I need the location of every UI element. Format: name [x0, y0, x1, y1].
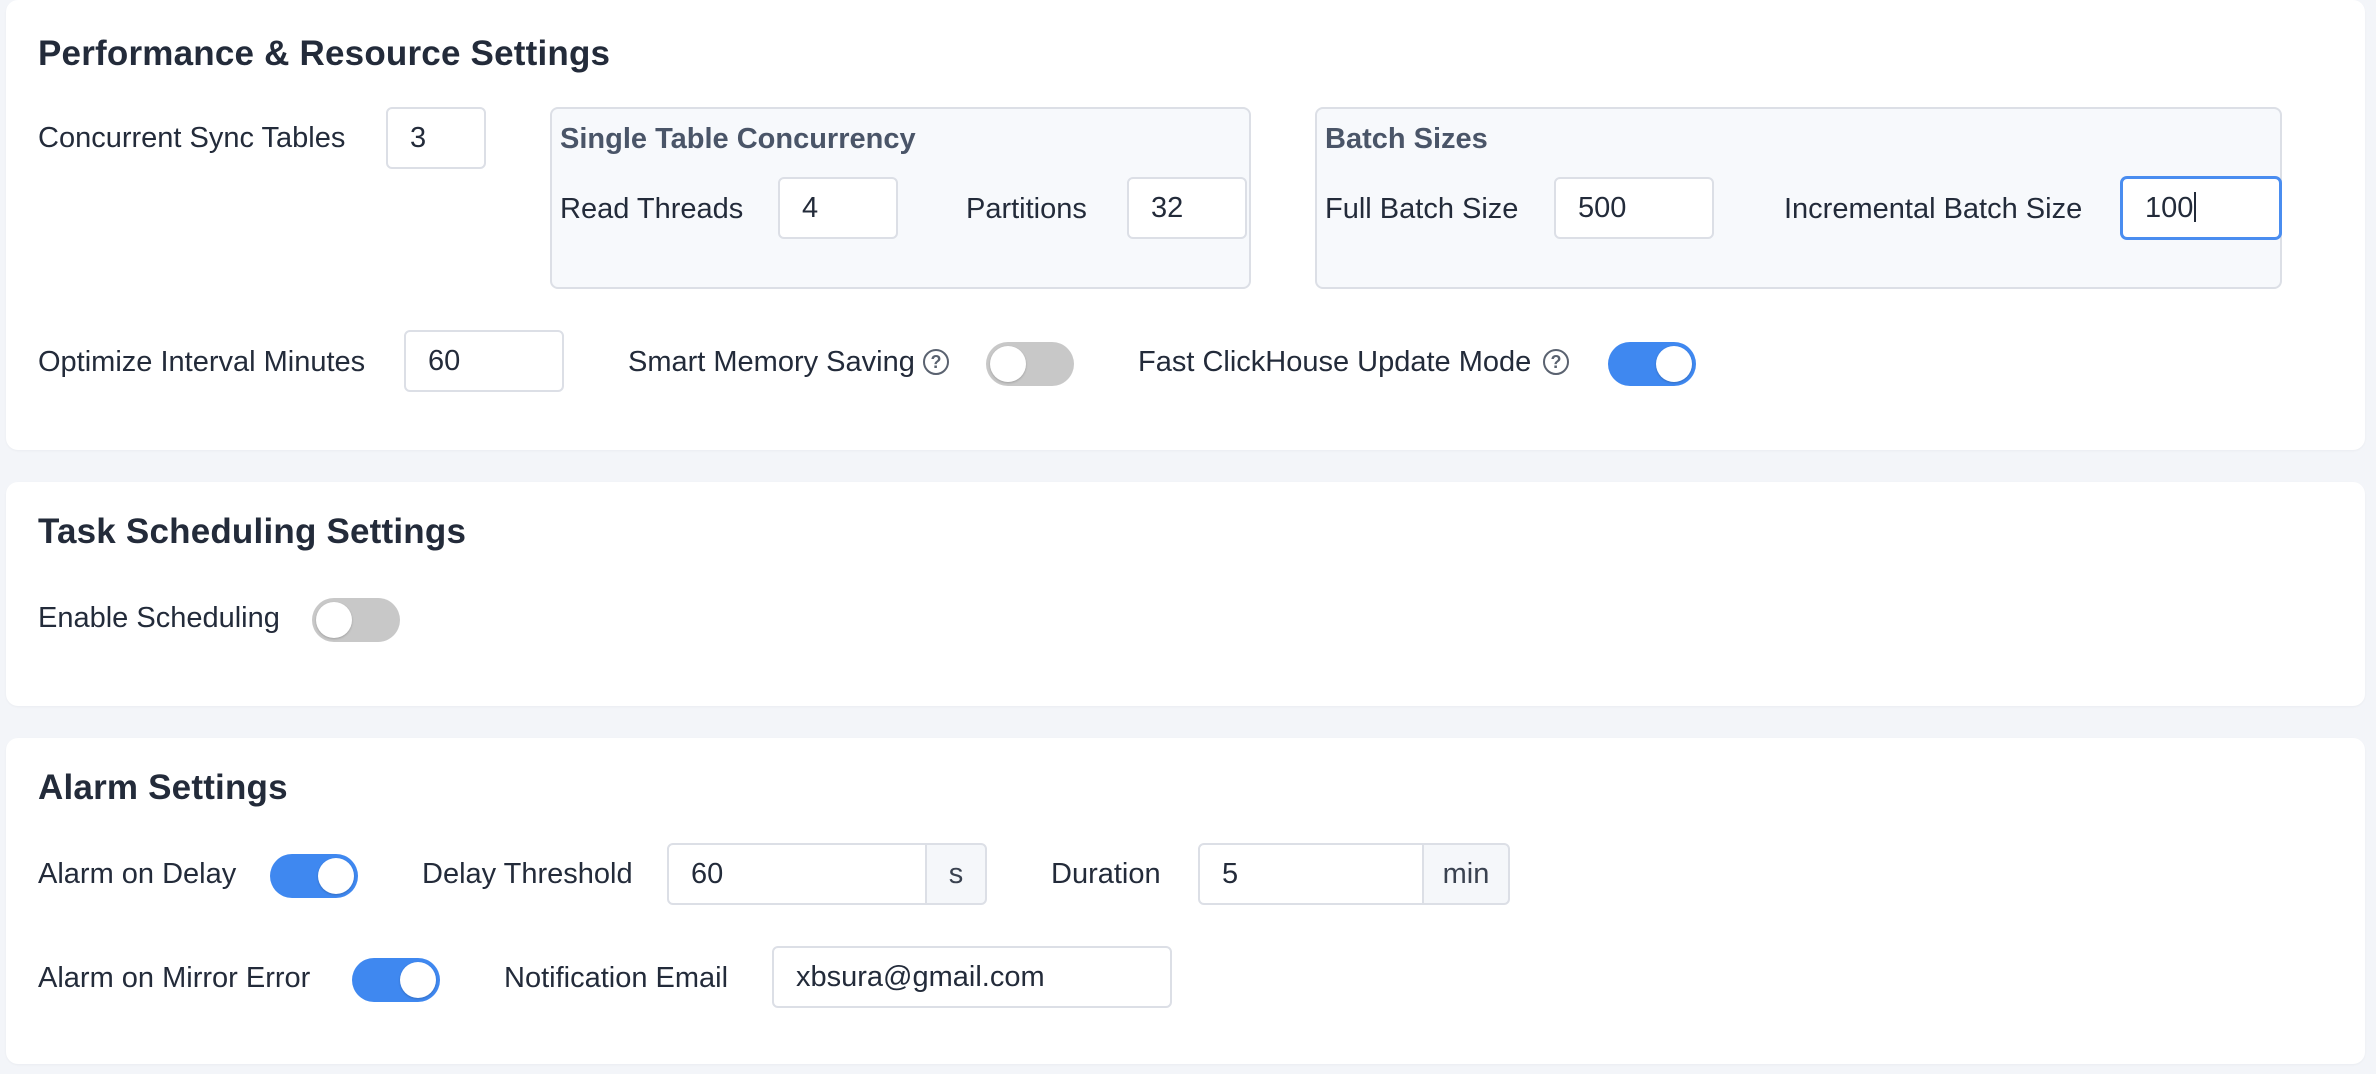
toggle-knob	[1656, 346, 1692, 382]
single-table-concurrency-title: Single Table Concurrency	[560, 123, 916, 155]
help-icon[interactable]: ?	[923, 349, 949, 375]
incremental-batch-size-label: Incremental Batch Size	[1784, 193, 2083, 225]
performance-section-title: Performance & Resource Settings	[38, 34, 611, 73]
duration-input[interactable]	[1198, 843, 1424, 905]
delay-threshold-label: Delay Threshold	[422, 858, 633, 890]
notification-email-label: Notification Email	[504, 962, 729, 994]
task-scheduling-card: Task Scheduling Settings Enable Scheduli…	[6, 482, 2365, 706]
enable-scheduling-label: Enable Scheduling	[38, 602, 280, 634]
incremental-batch-size-input[interactable]: 100	[2121, 177, 2281, 239]
partitions-input[interactable]	[1127, 177, 1247, 239]
full-batch-size-input[interactable]	[1554, 177, 1714, 239]
alarm-section-title: Alarm Settings	[38, 768, 288, 807]
fast-clickhouse-update-toggle[interactable]	[1608, 342, 1696, 386]
toggle-knob	[400, 962, 436, 998]
toggle-knob	[990, 346, 1026, 382]
read-threads-input[interactable]	[778, 177, 898, 239]
duration-unit: min	[1422, 843, 1510, 905]
alarm-on-mirror-error-toggle[interactable]	[352, 958, 440, 1002]
delay-threshold-input[interactable]	[667, 843, 927, 905]
delay-threshold-unit: s	[925, 843, 987, 905]
performance-settings-card: Performance & Resource Settings Concurre…	[6, 0, 2365, 450]
notification-email-input[interactable]	[772, 946, 1172, 1008]
read-threads-label: Read Threads	[560, 193, 744, 225]
smart-memory-saving-toggle[interactable]	[986, 342, 1074, 386]
full-batch-size-label: Full Batch Size	[1325, 193, 1519, 225]
duration-label: Duration	[1051, 858, 1161, 890]
batch-sizes-group: Batch Sizes Full Batch Size Incremental …	[1315, 107, 2282, 289]
optimize-interval-input[interactable]	[404, 330, 564, 392]
alarm-on-delay-toggle[interactable]	[270, 854, 358, 898]
concurrent-sync-tables-input[interactable]	[386, 107, 486, 169]
single-table-concurrency-group: Single Table Concurrency Read Threads Pa…	[550, 107, 1251, 289]
batch-sizes-title: Batch Sizes	[1325, 123, 1488, 155]
concurrent-sync-tables-label: Concurrent Sync Tables	[38, 122, 346, 154]
incremental-batch-size-value: 100	[2145, 192, 2194, 224]
alarm-on-delay-label: Alarm on Delay	[38, 858, 237, 890]
optimize-interval-label: Optimize Interval Minutes	[38, 346, 366, 378]
help-icon[interactable]: ?	[1543, 349, 1569, 375]
alarm-on-mirror-error-label: Alarm on Mirror Error	[38, 962, 311, 994]
partitions-label: Partitions	[966, 193, 1087, 225]
fast-clickhouse-update-label: Fast ClickHouse Update Mode	[1138, 346, 1532, 378]
smart-memory-saving-label: Smart Memory Saving	[628, 346, 915, 378]
text-caret	[2194, 192, 2197, 223]
alarm-settings-card: Alarm Settings Alarm on Delay Delay Thre…	[6, 738, 2365, 1064]
toggle-knob	[318, 858, 354, 894]
enable-scheduling-toggle[interactable]	[312, 598, 400, 642]
toggle-knob	[316, 602, 352, 638]
scheduling-section-title: Task Scheduling Settings	[38, 512, 467, 551]
